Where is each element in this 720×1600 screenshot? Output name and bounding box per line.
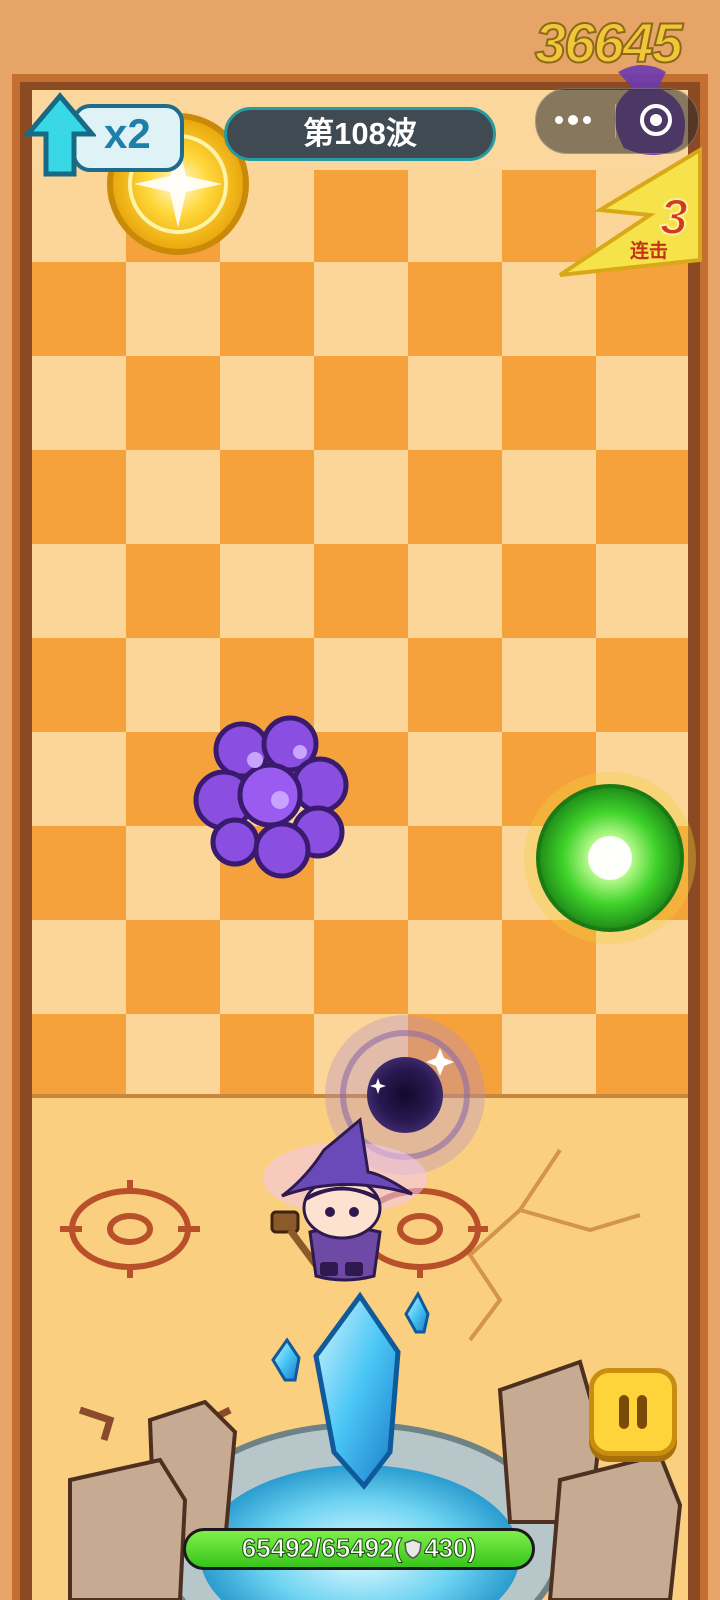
board-tile xyxy=(220,450,314,544)
multiplier-text: x2 xyxy=(104,110,151,157)
board-tile xyxy=(220,262,314,356)
pause-icon-bar xyxy=(637,1395,647,1429)
board-tile xyxy=(314,356,408,450)
board-tile xyxy=(502,356,596,450)
board-tile xyxy=(126,544,220,638)
board-tile xyxy=(502,168,596,262)
board-tile xyxy=(408,262,502,356)
more-dots-icon[interactable] xyxy=(553,110,593,130)
pause-icon xyxy=(619,1395,629,1429)
health-text: 65492/65492( 430) xyxy=(183,1530,535,1566)
board-tile xyxy=(32,450,126,544)
board-tile xyxy=(408,826,502,920)
board-tile xyxy=(596,638,688,732)
board-tile xyxy=(408,450,502,544)
health-values: 65492/65492( xyxy=(241,1533,403,1564)
board-tile xyxy=(408,638,502,732)
board-tile xyxy=(314,920,408,1014)
combo-label: 连击 xyxy=(630,241,669,262)
board-tile xyxy=(126,920,220,1014)
game-scene xyxy=(0,0,720,1600)
wave-indicator: 第108波 xyxy=(224,107,496,161)
board-tile xyxy=(596,262,688,356)
green-energy-orb xyxy=(524,772,696,944)
board-tile xyxy=(126,356,220,450)
board-tile xyxy=(502,544,596,638)
capsule-divider xyxy=(615,104,616,138)
damage-number: 36645 xyxy=(534,10,684,75)
board-tile xyxy=(596,1014,688,1096)
up-arrow-icon xyxy=(24,92,96,177)
shield-icon xyxy=(404,1539,423,1559)
target-icon[interactable] xyxy=(638,102,674,138)
game-stage[interactable]: 36645 x2 第108波 3 连击 65492/65492(430) xyxy=(0,0,720,1600)
board-tile xyxy=(596,450,688,544)
board-tile xyxy=(314,168,408,262)
board-tile xyxy=(314,544,408,638)
board-tile xyxy=(220,1014,314,1096)
board-tile xyxy=(32,1014,126,1096)
board-tile xyxy=(32,262,126,356)
pause-button[interactable] xyxy=(589,1368,677,1456)
board-tile xyxy=(32,638,126,732)
shield-value: 430) xyxy=(424,1533,477,1564)
board-tile xyxy=(32,826,126,920)
